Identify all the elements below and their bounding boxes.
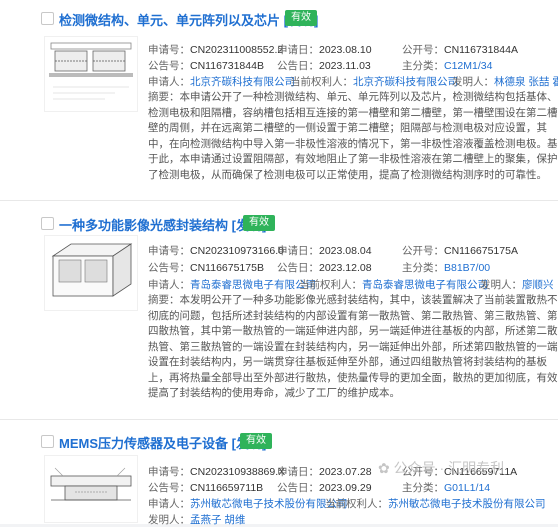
publication-number: CN116675175A — [444, 245, 518, 257]
select-checkbox[interactable] — [41, 435, 54, 448]
divider — [0, 200, 558, 201]
patent-title-link[interactable]: 一种多功能影像光感封装结构 [发明] — [59, 215, 266, 234]
patent-title-link[interactable]: 检测微结构、单元、单元阵列以及芯片 [发明] — [59, 10, 318, 29]
patent-results-page: 检测微结构、单元、单元阵列以及芯片 [发明] 有效 申请号：CN20231100… — [0, 0, 558, 526]
applicant-link[interactable]: 北京齐碳科技有限公司 — [190, 76, 295, 88]
grant-number: CN116731844B — [190, 60, 264, 72]
select-checkbox[interactable] — [41, 217, 54, 230]
inventor-link[interactable]: 林德泉 张喆 霍伟 — [494, 76, 558, 88]
application-number: CN202311008552.2 — [190, 44, 284, 56]
grant-date: 2023.11.03 — [319, 60, 371, 72]
status-badge: 有效 — [240, 433, 272, 449]
result-card: 一种多功能影像光感封装结构 [发明] 有效 申请号：CN202310973166… — [0, 205, 558, 415]
application-date: 2023.08.10 — [319, 44, 372, 56]
owner-link[interactable]: 苏州敏芯微电子技术股份有限公司 — [388, 498, 546, 510]
grant-number: CN116675175B — [190, 262, 264, 274]
watermark: ✿ 公众号 · 汇明专利 — [378, 460, 505, 476]
applicant-link[interactable]: 青岛泰睿思微电子有限公司 — [190, 279, 316, 291]
status-badge: 有效 — [285, 10, 317, 26]
divider — [0, 419, 558, 420]
main-class-link[interactable]: B81B7/00 — [444, 262, 490, 274]
result-card: 检测微结构、单元、单元阵列以及芯片 [发明] 有效 申请号：CN20231100… — [0, 0, 558, 196]
inventor-link[interactable]: 孟燕子 胡维 — [190, 514, 245, 526]
main-class-link[interactable]: G01L1/14 — [444, 482, 490, 494]
grant-date: 2023.09.29 — [319, 482, 372, 494]
main-class-link[interactable]: C12M1/34 — [444, 60, 492, 72]
patent-title-link[interactable]: MEMS压力传感器及电子设备 [发明] — [59, 433, 266, 452]
publication-number: CN116731844A — [444, 44, 518, 56]
applicant-link[interactable]: 苏州敏芯微电子技术股份有限公司 — [190, 498, 348, 510]
application-date: 2023.07.28 — [319, 466, 372, 478]
application-number: CN202310938869.X — [190, 466, 286, 478]
patent-drawing-thumbnail[interactable] — [44, 36, 138, 112]
grant-number: CN116659711B — [190, 482, 264, 494]
status-badge: 有效 — [243, 215, 275, 231]
wechat-icon: ✿ — [378, 460, 390, 476]
owner-link[interactable]: 青岛泰睿思微电子有限公司 — [362, 279, 488, 291]
application-number: CN202310973166.0 — [190, 245, 284, 257]
patent-drawing-thumbnail[interactable] — [44, 235, 138, 311]
abstract: 摘要：本申请公开了一种检测微结构、单元、单元阵列以及芯片，检测微结构包括基体、检… — [148, 91, 558, 181]
select-checkbox[interactable] — [41, 12, 54, 25]
owner-link[interactable]: 北京齐碳科技有限公司 — [353, 76, 458, 88]
application-date: 2023.08.04 — [319, 245, 372, 257]
patent-drawing-thumbnail[interactable] — [44, 455, 138, 523]
abstract: 摘要：本发明公开了一种多功能影像光感封装结构，其中，该装置解决了当前装置散热不彻… — [148, 294, 558, 399]
grant-date: 2023.12.08 — [319, 262, 372, 274]
inventor-link[interactable]: 廖顺兴 — [522, 279, 554, 291]
abstract-text: 本申请公开了一种检测微结构、单元、单元阵列以及芯片，检测微结构包括基体、检测电极… — [148, 91, 558, 181]
abstract-text: 本发明公开了一种多功能影像光感封装结构，其中，该装置解决了当前装置散热不彻底的问… — [148, 294, 558, 399]
